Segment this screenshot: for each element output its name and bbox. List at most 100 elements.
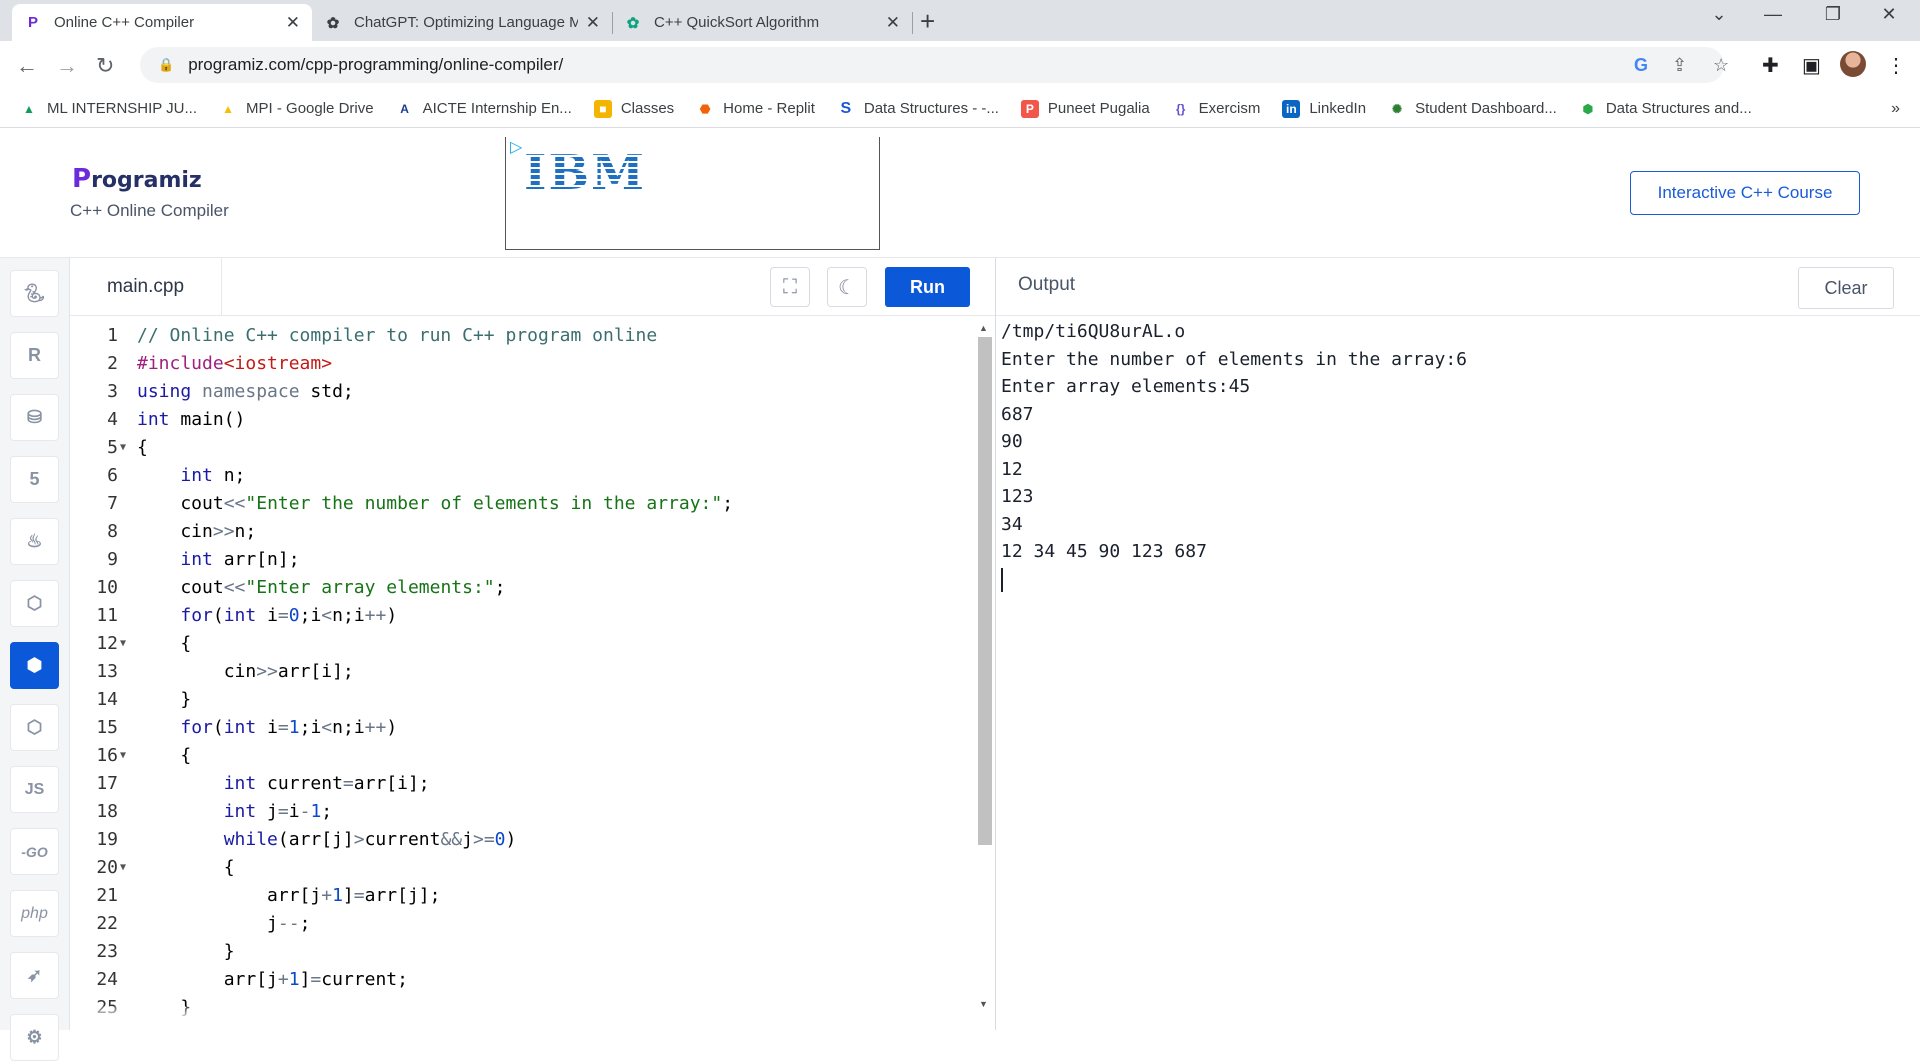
interactive-course-button[interactable]: Interactive C++ Course [1630, 171, 1860, 215]
code-line[interactable]: 6 int n; [70, 462, 970, 490]
forward-icon[interactable]: → [56, 53, 78, 79]
python-icon[interactable]: 🐍︎ [10, 270, 59, 317]
side-panel-icon[interactable]: ▣ [1802, 53, 1821, 78]
address-bar[interactable]: 🔒 programiz.com/cpp-programming/online-c… [140, 47, 1724, 83]
sql-icon[interactable]: ⛁ [10, 394, 59, 441]
bookmark-item[interactable]: in LinkedIn [1282, 99, 1366, 118]
more-bookmarks-icon[interactable]: » [1891, 100, 1900, 118]
line-number: 14 [96, 689, 118, 710]
share-icon[interactable]: ⇪ [1672, 55, 1687, 76]
code-line[interactable]: 23 } [70, 938, 970, 966]
code-line[interactable]: 13 cin>>arr[i]; [70, 658, 970, 686]
javascript-icon[interactable]: JS [10, 766, 59, 813]
line-number: 7 [107, 493, 118, 514]
file-tab-main-cpp[interactable]: main.cpp [70, 258, 222, 316]
close-icon[interactable]: ✕ [586, 13, 600, 33]
fullscreen-icon[interactable]: ⛶ [770, 267, 810, 307]
code-line[interactable]: 7 cout<<"Enter the number of elements in… [70, 490, 970, 518]
bookmark-item[interactable]: ▲ MPI - Google Drive [219, 100, 374, 118]
code-line[interactable]: 14 } [70, 686, 970, 714]
ad-banner[interactable]: ▷ IBM [505, 137, 880, 250]
code-line[interactable]: 17 int current=arr[i]; [70, 770, 970, 798]
code-line[interactable]: 21 arr[j+1]=arr[j]; [70, 882, 970, 910]
close-icon[interactable]: ✕ [286, 13, 300, 33]
aicte-icon: A [400, 101, 409, 116]
go-icon[interactable]: -GO [10, 828, 59, 875]
lock-icon[interactable]: 🔒 [158, 57, 174, 73]
code-line[interactable]: 16 ▼ { [70, 742, 970, 770]
code-line[interactable]: 24 arr[j+1]=current; [70, 966, 970, 994]
clear-button[interactable]: Clear [1798, 267, 1894, 309]
code-editor[interactable]: 1 // Online C++ compiler to run C++ progr… [70, 316, 995, 1016]
bookmark-item[interactable]: ■ Classes [593, 99, 674, 118]
tab-title: Online C++ Compiler [54, 14, 195, 31]
code-line[interactable]: 3 using namespace std; [70, 378, 970, 406]
swift-icon[interactable]: ➶ [10, 952, 59, 999]
output-console[interactable]: /tmp/ti6QU8urAL.o Enter the number of ele… [1001, 318, 1911, 1018]
run-button[interactable]: Run [885, 267, 970, 307]
programiz-icon: P [27, 14, 38, 31]
panel-divider[interactable] [995, 258, 996, 1030]
bookmark-item[interactable]: P Puneet Pugalia [1020, 99, 1150, 118]
code-line[interactable]: 18 int j=i-1; [70, 798, 970, 826]
bookmark-item[interactable]: ✺ Student Dashboard... [1388, 100, 1557, 118]
bookmark-item[interactable]: ⬢ Data Structures and... [1579, 100, 1752, 118]
adchoices-icon[interactable]: ▷ [510, 137, 522, 157]
php-icon[interactable]: php [10, 890, 59, 937]
menu-icon[interactable]: ⋮ [1886, 53, 1906, 78]
close-icon[interactable]: ✕ [886, 13, 900, 33]
browser-tab-quicksort[interactable]: ✿ C++ QuickSort Algorithm ✕ [612, 4, 912, 41]
google-lens-icon[interactable]: G [1634, 55, 1648, 76]
code-line[interactable]: 20 ▼ { [70, 854, 970, 882]
rust-icon[interactable]: ⚙ [10, 1014, 59, 1061]
cpp-icon[interactable]: ⬢ [10, 642, 59, 689]
programiz-logo[interactable]: Programiz [72, 164, 202, 194]
back-icon[interactable]: ← [16, 53, 38, 79]
bookmark-item[interactable]: A AICTE Internship En... [396, 100, 572, 118]
code-line[interactable]: 4 int main() [70, 406, 970, 434]
browser-tab-programiz[interactable]: P Online C++ Compiler ✕ [12, 4, 312, 41]
java-icon[interactable]: ♨ [10, 518, 59, 565]
code-line[interactable]: 22 j--; [70, 910, 970, 938]
bookmark-item[interactable]: ▲ ML INTERNSHIP JU... [20, 100, 197, 118]
browser-tab-chatgpt[interactable]: ✿ ChatGPT: Optimizing Language M ✕ [312, 4, 612, 41]
code-line[interactable]: 15 for(int i=1;i<n;i++) [70, 714, 970, 742]
code-line[interactable]: 2 #include<iostream> [70, 350, 970, 378]
dark-mode-icon[interactable]: ☾ [827, 267, 867, 307]
c-icon[interactable]: ⬡ [10, 580, 59, 627]
input-caret-line[interactable] [1001, 566, 1911, 594]
fold-arrow-icon[interactable]: ▼ [120, 854, 126, 882]
bookmark-item[interactable]: {} Exercism [1172, 100, 1260, 118]
window-close-icon[interactable]: ✕ [1866, 4, 1912, 25]
r-icon[interactable]: R [10, 332, 59, 379]
scrollbar-thumb[interactable] [978, 337, 992, 845]
code-line[interactable]: 9 int arr[n]; [70, 546, 970, 574]
code-line[interactable]: 8 cin>>n; [70, 518, 970, 546]
code-line[interactable]: 12 ▼ { [70, 630, 970, 658]
fold-arrow-icon[interactable]: ▼ [120, 434, 126, 462]
fold-arrow-icon[interactable]: ▼ [120, 630, 126, 658]
code-line[interactable]: 19 while(arr[j]>current&&j>=0) [70, 826, 970, 854]
fold-arrow-icon[interactable]: ▼ [120, 742, 126, 770]
code-line[interactable]: 1 // Online C++ compiler to run C++ progr… [70, 322, 970, 350]
code-line[interactable]: 11 for(int i=0;i<n;i++) [70, 602, 970, 630]
editor-scrollbar[interactable]: ▲ ▼ [976, 323, 992, 1013]
minimize-icon[interactable]: — [1750, 4, 1796, 25]
scroll-up-icon[interactable]: ▲ [979, 323, 988, 333]
scroll-down-icon[interactable]: ▼ [979, 999, 988, 1009]
bookmark-item[interactable]: ⬣ Home - Replit [696, 100, 815, 118]
bookmark-item[interactable]: S Data Structures - -... [837, 100, 999, 118]
extensions-icon[interactable]: ✚ [1762, 53, 1779, 78]
tab-search-icon[interactable]: ⌄ [1696, 4, 1742, 25]
new-tab-icon[interactable]: + [920, 6, 935, 37]
bookmark-label: AICTE Internship En... [422, 100, 572, 117]
reload-icon[interactable]: ↻ [96, 53, 114, 79]
line-number: 16 [96, 745, 118, 766]
html-icon[interactable]: 5 [10, 456, 59, 503]
code-line[interactable]: 10 cout<<"Enter array elements:"; [70, 574, 970, 602]
csharp-icon[interactable]: ⬡ [10, 704, 59, 751]
profile-avatar[interactable] [1840, 51, 1866, 77]
code-line[interactable]: 5 ▼ { [70, 434, 970, 462]
restore-icon[interactable]: ❐ [1810, 4, 1856, 25]
bookmark-star-icon[interactable]: ☆ [1713, 55, 1729, 76]
